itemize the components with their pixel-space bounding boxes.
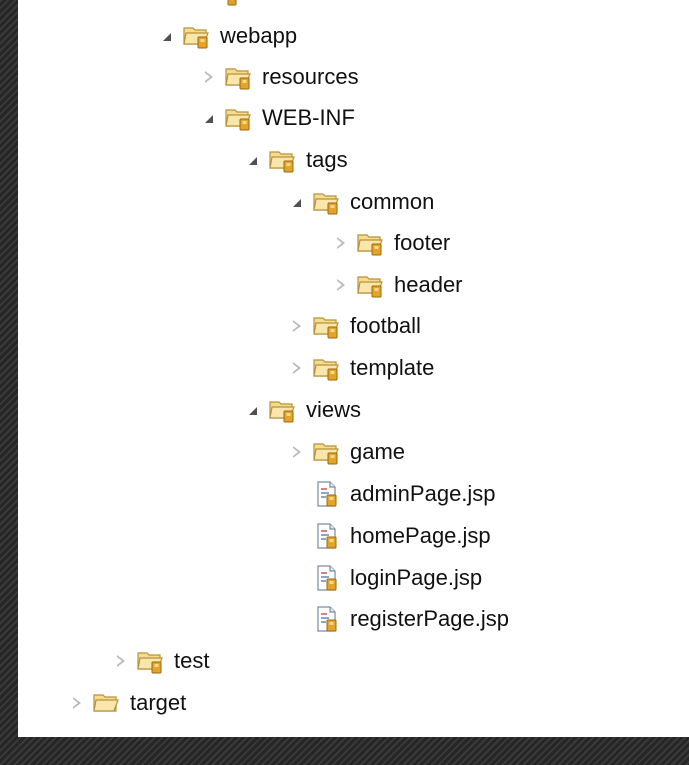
expand-toggle[interactable] — [108, 640, 134, 682]
package-folder-icon — [182, 22, 212, 50]
package-folder-icon — [312, 312, 342, 340]
jsp-file-icon — [312, 522, 342, 550]
tree-item-target[interactable]: target — [64, 682, 186, 724]
expand-toggle[interactable] — [154, 15, 180, 57]
package-folder-icon — [136, 647, 166, 675]
package-folder-icon — [312, 354, 342, 382]
tree-item-label: common — [350, 189, 435, 214]
tree-item-common[interactable]: common — [284, 181, 434, 223]
tree-item-label: webapp — [220, 23, 298, 48]
tree-item-adminpage-jsp[interactable]: adminPage.jsp — [310, 473, 496, 515]
package-folder-icon — [268, 396, 298, 424]
expand-toggle[interactable] — [328, 222, 354, 264]
tree-item-footer[interactable]: footer — [328, 222, 450, 264]
tree-item-label: game — [350, 439, 406, 464]
tree-item-label: adminPage.jsp — [350, 481, 496, 506]
package-folder-icon — [312, 438, 342, 466]
tree-item-label: views — [306, 397, 362, 422]
tree-item-label: homePage.jsp — [350, 523, 491, 548]
expand-toggle[interactable] — [196, 56, 222, 98]
expand-toggle[interactable] — [64, 682, 90, 724]
expand-toggle[interactable] — [240, 139, 266, 181]
jsp-file-icon — [312, 605, 342, 633]
cut-off-item-icon — [212, 0, 242, 8]
tree-item-label: loginPage.jsp — [350, 565, 483, 590]
expand-toggle[interactable] — [328, 264, 354, 306]
package-folder-icon — [224, 63, 254, 91]
tree-item-header[interactable]: header — [328, 264, 463, 306]
tree-item-loginpage-jsp[interactable]: loginPage.jsp — [310, 557, 482, 599]
tree-item-tags[interactable]: tags — [240, 139, 348, 181]
tree-item-label: test — [174, 648, 210, 673]
project-explorer-tree: webapp resources WEB-INF tags common foo… — [18, 0, 689, 737]
tree-item-resources[interactable]: resources — [196, 56, 359, 98]
expand-toggle[interactable] — [196, 97, 222, 139]
expand-toggle[interactable] — [284, 431, 310, 473]
tree-item-game[interactable]: game — [284, 431, 405, 473]
jsp-file-icon — [312, 480, 342, 508]
tree-item-label: footer — [394, 230, 451, 255]
package-folder-icon — [356, 229, 386, 257]
tree-item-label: resources — [262, 64, 359, 89]
tree-item-label: tags — [306, 147, 348, 172]
tree-item-homepage-jsp[interactable]: homePage.jsp — [310, 515, 491, 557]
tree-item-label: header — [394, 272, 463, 297]
expand-toggle[interactable] — [284, 347, 310, 389]
tree-item-web-inf[interactable]: WEB-INF — [196, 97, 355, 139]
expand-toggle[interactable] — [284, 305, 310, 347]
package-folder-icon — [224, 104, 254, 132]
tree-item-label: WEB-INF — [262, 105, 355, 130]
package-folder-icon — [356, 271, 386, 299]
expand-toggle[interactable] — [240, 389, 266, 431]
tree-item-football[interactable]: football — [284, 305, 421, 347]
package-folder-icon — [312, 188, 342, 216]
tree-item-label: target — [130, 690, 187, 715]
tree-item-registerpage-jsp[interactable]: registerPage.jsp — [310, 598, 509, 640]
package-folder-icon — [268, 146, 298, 174]
tree-item-webapp[interactable]: webapp — [154, 15, 297, 57]
jsp-file-icon — [312, 564, 342, 592]
plain-folder-icon — [92, 689, 122, 717]
tree-item-label: template — [350, 355, 435, 380]
tree-item-label: football — [350, 313, 421, 338]
tree-item-views[interactable]: views — [240, 389, 361, 431]
tree-item-template[interactable]: template — [284, 347, 434, 389]
tree-item-test[interactable]: test — [108, 640, 209, 682]
expand-toggle[interactable] — [284, 181, 310, 223]
tree-item-label: registerPage.jsp — [350, 606, 509, 631]
